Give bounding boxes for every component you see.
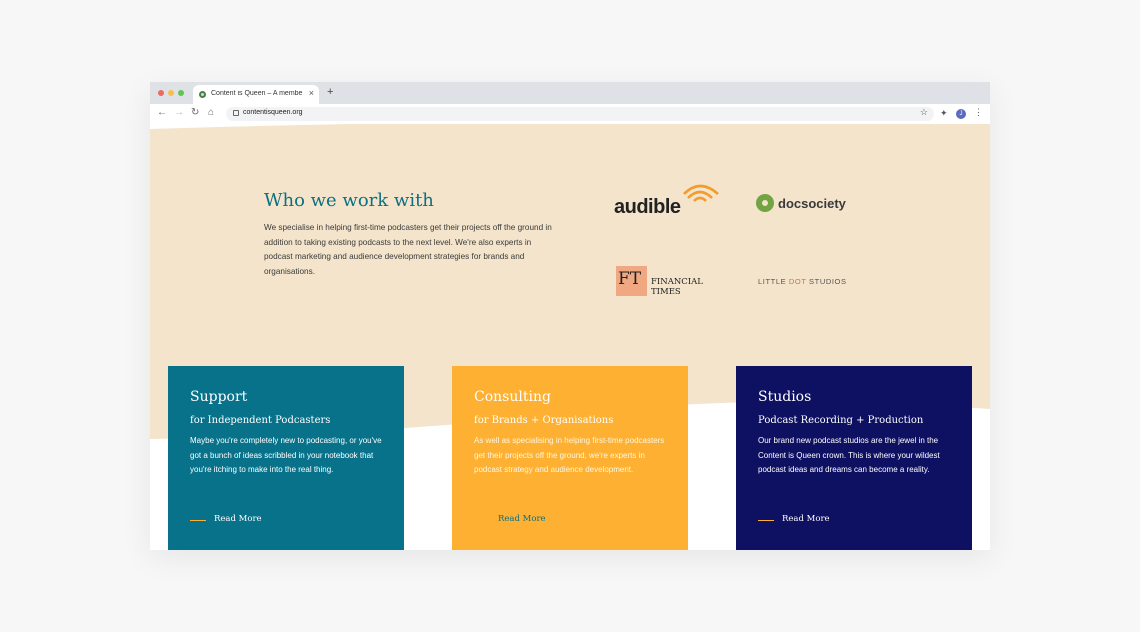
littledot-part-2: DOT bbox=[788, 277, 807, 286]
read-more-link[interactable]: Read More bbox=[782, 514, 830, 524]
close-tab-icon[interactable]: × bbox=[309, 88, 314, 98]
back-arrow-icon[interactable]: ← bbox=[157, 107, 167, 118]
audible-waves-icon bbox=[683, 184, 719, 202]
section-intro: We specialise in helping first-time podc… bbox=[264, 223, 552, 276]
browser-menu-icon[interactable]: ⋮ bbox=[974, 107, 983, 118]
close-window-button[interactable] bbox=[158, 90, 164, 96]
littledot-part-3: STUDIOS bbox=[806, 277, 847, 286]
card-body: As well as specialising in helping first… bbox=[474, 436, 665, 474]
card-body: Our brand new podcast studios are the je… bbox=[758, 436, 940, 474]
card-title: Support bbox=[190, 389, 248, 405]
docsociety-wordmark: docsociety bbox=[778, 196, 846, 211]
card-subtitle: for Brands + Organisations bbox=[474, 415, 614, 426]
web-page: Who we work with We specialise in helpin… bbox=[150, 124, 990, 550]
audible-wordmark: audible bbox=[614, 196, 681, 218]
address-bar: ← → ↻ ⌂ contentisqueen.org ☆ ✦ J ⋮ bbox=[150, 104, 990, 125]
support-card[interactable]: Support for Independent Podcasters Maybe… bbox=[168, 366, 404, 550]
docsociety-ring-icon bbox=[756, 194, 774, 212]
browser-window: Content is Queen – A membersh × + ← → ↻ … bbox=[150, 82, 990, 550]
ft-line-1: FINANCIAL bbox=[651, 277, 703, 287]
card-link-rule bbox=[474, 520, 490, 521]
card-body: Maybe you're completely new to podcastin… bbox=[190, 436, 382, 474]
url-field[interactable]: contentisqueen.org ☆ bbox=[226, 107, 934, 121]
favicon-icon bbox=[199, 91, 206, 98]
browser-tab[interactable]: Content is Queen – A membersh × bbox=[193, 85, 319, 104]
url-text: contentisqueen.org bbox=[243, 109, 303, 116]
new-tab-button[interactable]: + bbox=[327, 86, 333, 98]
card-subtitle: for Independent Podcasters bbox=[190, 415, 331, 426]
reload-icon[interactable]: ↻ bbox=[191, 107, 199, 118]
lock-icon bbox=[233, 110, 239, 116]
minimize-window-button[interactable] bbox=[168, 90, 174, 96]
ft-wordmark: FINANCIAL TIMES bbox=[651, 277, 703, 297]
read-more-link[interactable]: Read More bbox=[498, 514, 546, 524]
tab-bar: Content is Queen – A membersh × + bbox=[150, 82, 990, 104]
read-more-link[interactable]: Read More bbox=[214, 514, 262, 524]
maximize-window-button[interactable] bbox=[178, 90, 184, 96]
card-title: Consulting bbox=[474, 389, 551, 405]
forward-arrow-icon[interactable]: → bbox=[174, 107, 184, 118]
tab-title: Content is Queen – A membersh bbox=[211, 90, 303, 97]
home-icon[interactable]: ⌂ bbox=[208, 107, 214, 118]
consulting-card[interactable]: Consulting for Brands + Organisations As… bbox=[452, 366, 688, 550]
card-title: Studios bbox=[758, 389, 812, 405]
docsociety-logo: docsociety bbox=[756, 190, 876, 220]
ft-mark: FT bbox=[616, 266, 647, 296]
financial-times-logo: FT FINANCIAL TIMES bbox=[616, 266, 726, 300]
section-heading: Who we work with bbox=[264, 190, 434, 211]
card-link-rule bbox=[190, 520, 206, 521]
card-link-rule bbox=[758, 520, 774, 521]
studios-card[interactable]: Studios Podcast Recording + Production O… bbox=[736, 366, 972, 550]
extensions-puzzle-icon[interactable]: ✦ bbox=[940, 108, 948, 119]
audible-logo: audible bbox=[614, 182, 724, 222]
little-dot-studios-logo: LITTLE DOT STUDIOS bbox=[758, 277, 847, 286]
littledot-part-1: LITTLE bbox=[758, 277, 789, 286]
card-subtitle: Podcast Recording + Production bbox=[758, 415, 924, 426]
ft-line-2: TIMES bbox=[651, 287, 681, 297]
profile-avatar[interactable]: J bbox=[956, 109, 966, 119]
bookmark-star-icon[interactable]: ☆ bbox=[920, 107, 928, 118]
